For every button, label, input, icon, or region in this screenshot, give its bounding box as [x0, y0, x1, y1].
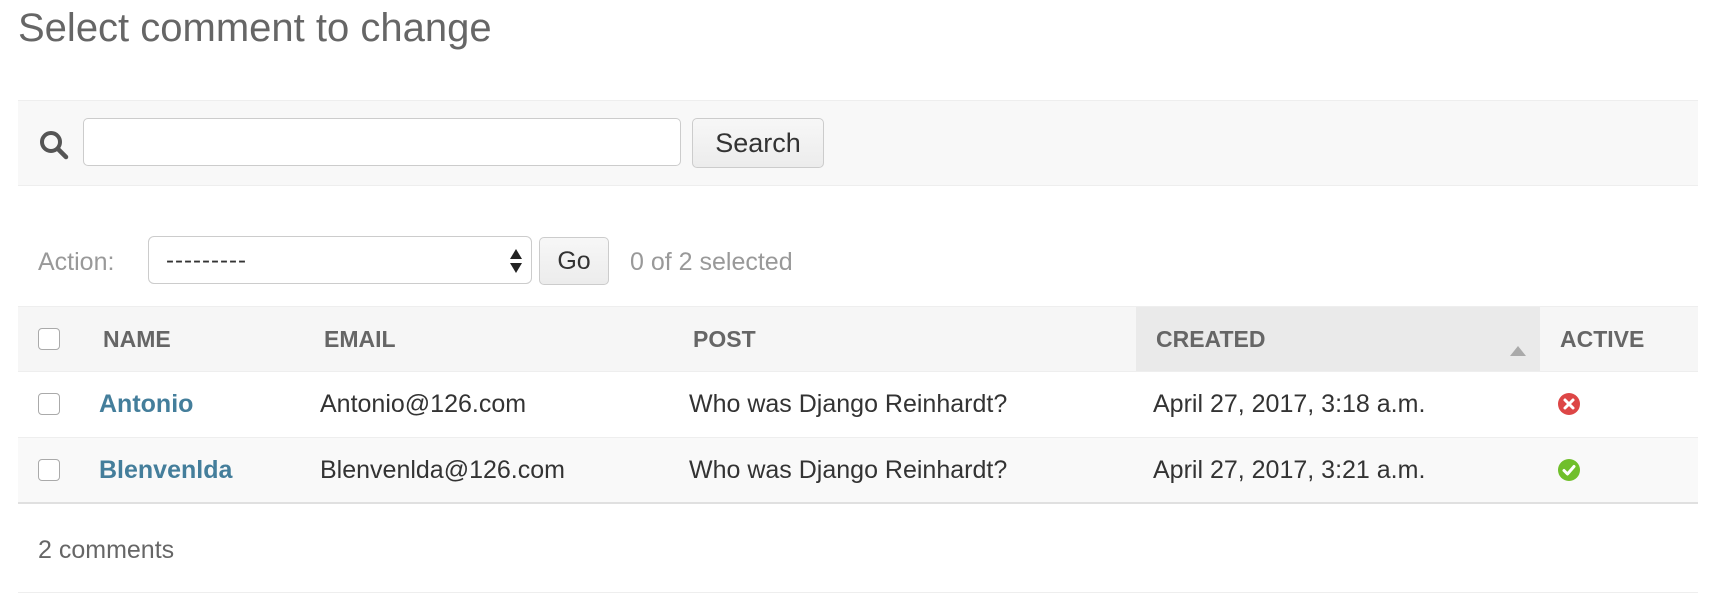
result-count: 2 comments [38, 536, 175, 564]
table-row: Antonio Antonio@126.com Who was Django R… [18, 372, 1698, 438]
footer-divider [18, 592, 1698, 593]
search-toolbar: Search [18, 100, 1698, 186]
column-header-name[interactable]: Name [103, 307, 303, 371]
search-input[interactable] [83, 118, 681, 166]
active-icon [1558, 438, 1580, 502]
row-checkbox[interactable] [38, 459, 60, 481]
column-header-created-label: Created [1156, 325, 1266, 352]
column-header-active[interactable]: Active [1560, 307, 1690, 371]
comment-name-link[interactable]: Blenvenlda [99, 438, 232, 502]
comment-created: April 27, 2017, 3:21 a.m. [1153, 455, 1426, 484]
page-title: Select comment to change [18, 6, 492, 50]
search-button[interactable]: Search [692, 118, 824, 168]
search-icon [38, 129, 70, 161]
column-header-created[interactable]: Created [1136, 307, 1540, 371]
column-header-email[interactable]: Email [324, 307, 664, 371]
go-button[interactable]: Go [539, 237, 609, 285]
select-arrows-icon [509, 247, 523, 275]
comment-created: April 27, 2017, 3:18 a.m. [1153, 389, 1426, 418]
action-select[interactable]: --------- [148, 236, 532, 284]
action-label: Action: [38, 248, 115, 276]
table-row: Blenvenlda Blenvenlda@126.com Who was Dj… [18, 438, 1698, 504]
comment-name-link[interactable]: Antonio [99, 372, 193, 436]
selection-counter: 0 of 2 selected [630, 248, 793, 276]
inactive-icon [1558, 372, 1580, 436]
actions-bar: Action: --------- Go 0 of 2 selected [18, 236, 1698, 286]
comment-email: Antonio@126.com [320, 389, 527, 418]
column-header-post[interactable]: Post [693, 307, 1033, 371]
comment-email: Blenvenlda@126.com [320, 455, 565, 484]
select-all-checkbox[interactable] [38, 328, 60, 350]
comment-post: Who was Django Reinhardt? [689, 455, 1008, 484]
comment-post: Who was Django Reinhardt? [689, 389, 1008, 418]
sort-ascending-icon[interactable] [1510, 335, 1526, 356]
row-checkbox[interactable] [38, 393, 60, 415]
action-select-value: --------- [166, 247, 247, 274]
table-header: Name Email Post Created Active [18, 306, 1698, 372]
results-table: Name Email Post Created Active Antonio A… [18, 306, 1698, 504]
